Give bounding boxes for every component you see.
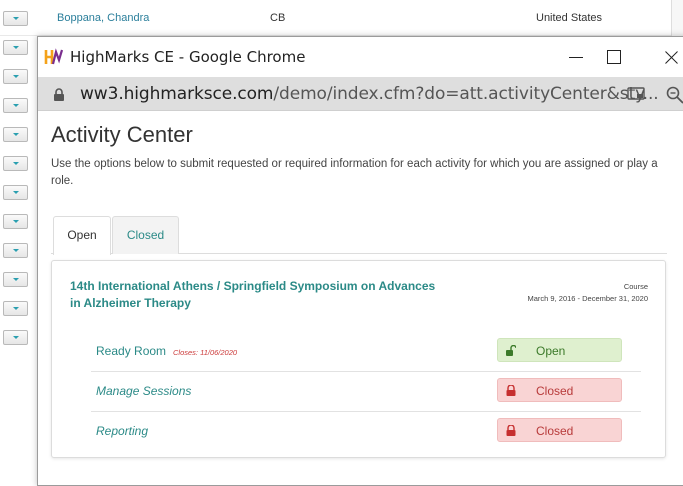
manage-sessions-status-label: Closed [536, 384, 574, 398]
reporting-link[interactable]: Reporting [96, 424, 148, 438]
reporting-status-label: Closed [536, 424, 574, 438]
row-dropdown-button[interactable] [3, 98, 28, 113]
window-titlebar[interactable]: HighMarks CE - Google Chrome [38, 37, 683, 77]
background-dropdown-column [0, 0, 38, 472]
page-description: Use the options below to submit requeste… [51, 158, 658, 187]
activity-type: Course [623, 282, 648, 291]
chrome-window: HighMarks CE - Google Chrome ww3.highmar… [37, 36, 683, 486]
manage-sessions-link[interactable]: Manage Sessions [96, 384, 191, 398]
row-dropdown-button[interactable] [3, 330, 28, 345]
activity-title[interactable]: 14th International Athens / Springfield … [70, 278, 440, 312]
highmarks-logo-icon [44, 47, 64, 67]
row-dropdown-button[interactable] [3, 156, 28, 171]
activity-tabs: Open Closed [51, 216, 667, 255]
unlock-icon [506, 345, 516, 356]
maximize-icon[interactable] [594, 43, 634, 71]
cast-icon[interactable] [627, 86, 645, 102]
activity-row-manage-sessions: Manage Sessions Closed [91, 372, 641, 412]
row-dropdown-button[interactable] [3, 243, 28, 258]
row-dropdown-button[interactable] [3, 11, 28, 26]
lock-closed-icon [506, 425, 516, 436]
activity-row-ready-room: Ready Room Closes: 11/06/2020 Open [91, 332, 641, 372]
activity-dates: March 9, 2016 - December 31, 2020 [527, 294, 648, 303]
activity-card: 14th International Athens / Springfield … [51, 260, 666, 458]
row-dropdown-button[interactable] [3, 272, 28, 287]
background-row-code: CB [270, 12, 286, 24]
zoom-icon[interactable] [666, 86, 683, 104]
row-dropdown-button[interactable] [3, 127, 28, 142]
row-dropdown-button[interactable] [3, 301, 28, 316]
lock-icon [54, 88, 64, 101]
background-row-country: United States [536, 12, 603, 24]
ready-room-link[interactable]: Ready Room [96, 344, 166, 358]
row-dropdown-button[interactable] [3, 69, 28, 84]
background-table-row: Boppana, Chandra CB United States [0, 0, 683, 36]
page-content: Activity Center Use the options below to… [38, 112, 683, 485]
minimize-icon[interactable] [556, 43, 596, 71]
page-title: Activity Center [51, 122, 193, 147]
lock-closed-icon [506, 385, 516, 396]
manage-sessions-status-button[interactable]: Closed [497, 378, 622, 402]
ready-room-status-button[interactable]: Open [497, 338, 622, 362]
activity-row-reporting: Reporting Closed [91, 412, 641, 452]
row-dropdown-button[interactable] [3, 214, 28, 229]
tab-closed[interactable]: Closed [112, 216, 179, 254]
address-bar[interactable]: ww3.highmarksce.com/demo/index.cfm?do=at… [38, 77, 683, 111]
reporting-status-button[interactable]: Closed [497, 418, 622, 442]
close-icon[interactable] [651, 43, 683, 71]
tab-open[interactable]: Open [53, 216, 111, 255]
window-title: HighMarks CE - Google Chrome [70, 48, 306, 66]
ready-room-status-label: Open [536, 344, 566, 358]
background-row-name[interactable]: Boppana, Chandra [57, 12, 149, 24]
row-dropdown-button[interactable] [3, 185, 28, 200]
ready-room-closes-note: Closes: 11/06/2020 [173, 348, 238, 357]
row-dropdown-button[interactable] [3, 40, 28, 55]
url-text[interactable]: ww3.highmarksce.com/demo/index.cfm?do=at… [80, 84, 659, 104]
